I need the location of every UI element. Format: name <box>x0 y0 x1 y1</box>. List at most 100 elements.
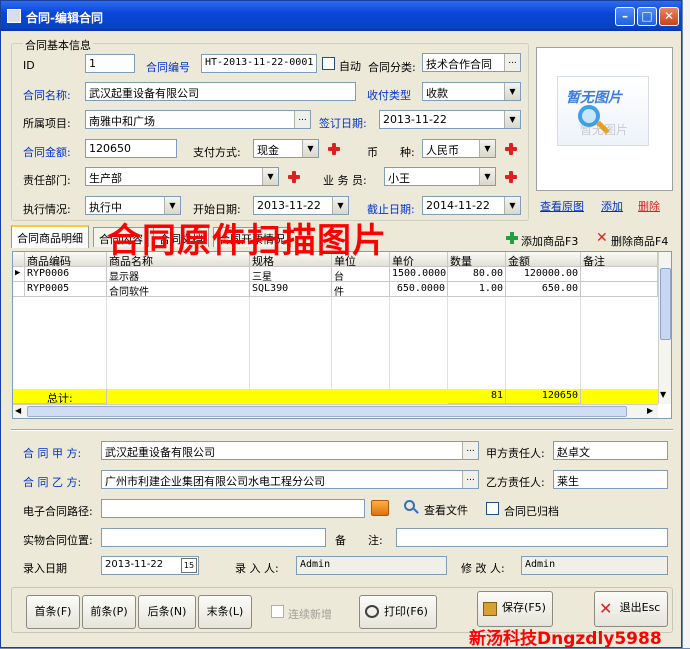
cell-unit[interactable]: 台 <box>332 267 390 282</box>
vertical-scrollbar[interactable]: ▼ <box>658 252 671 404</box>
cell-code[interactable]: RYP0005 <box>25 282 107 297</box>
sign-date-picker[interactable]: 2013-11-22 ▼ <box>379 110 521 129</box>
add-pay-method-icon[interactable] <box>328 143 340 155</box>
cell-amount[interactable]: 650.00 <box>506 282 581 297</box>
contract-image-box[interactable]: 暂无图片 暂无图片 <box>536 47 673 191</box>
id-field[interactable]: 1 <box>85 54 135 73</box>
category-field[interactable]: 技术合作合同... <box>422 53 521 72</box>
chevron-down-icon[interactable]: ▼ <box>164 197 180 214</box>
remove-item-button[interactable]: 删除商品F4 <box>611 233 668 249</box>
tab-items[interactable]: 合同商品明细 <box>11 225 89 248</box>
save-label: 保存(F5) <box>502 601 546 614</box>
archived-checkbox[interactable] <box>486 502 499 515</box>
view-file-button[interactable]: 查看文件 <box>424 502 468 518</box>
cell-code[interactable]: RYP0006 <box>25 267 107 282</box>
pay-method-select[interactable]: 现金 ▼ <box>253 139 319 158</box>
cell-note[interactable] <box>581 282 658 297</box>
last-record-button[interactable]: 末条(L) <box>198 595 252 629</box>
horizontal-scrollbar[interactable]: ◀ ▶ <box>13 404 658 418</box>
category-browse-button[interactable]: ... <box>504 54 520 71</box>
continuous-add-label: 连续新增 <box>288 608 332 621</box>
party-b-person-field[interactable]: 莱生 <box>553 470 668 489</box>
table-row[interactable]: RYP0005 合同软件 SQL390 件 650.0000 1.00 650.… <box>13 282 658 297</box>
total-qty: 81 <box>448 389 506 404</box>
contract-no-field[interactable]: HT-2013-11-22-0001 <box>201 54 317 73</box>
add-dept-icon[interactable] <box>288 171 300 183</box>
folder-icon[interactable] <box>371 500 389 516</box>
items-grid[interactable]: 商品编码 商品名称 规格 单位 单价 数量 金额 备注 ▶ RYP0006 显示… <box>12 251 672 419</box>
scroll-down-icon[interactable]: ▼ <box>660 390 666 399</box>
salesman-select[interactable]: 小王 ▼ <box>384 167 496 186</box>
col-header[interactable]: 单价 <box>390 252 448 267</box>
first-record-button[interactable]: 首条(F) <box>26 595 80 629</box>
cell-amount[interactable]: 120000.00 <box>506 267 581 282</box>
party-b-field[interactable]: 广州市利建企业集团有限公司水电工程分公司... <box>101 470 479 489</box>
cell-unit[interactable]: 件 <box>332 282 390 297</box>
scroll-thumb[interactable] <box>660 268 671 340</box>
auto-checkbox[interactable] <box>322 57 335 70</box>
table-row[interactable]: ▶ RYP0006 显示器 三星 台 1500.0000 80.00 12000… <box>13 267 658 282</box>
col-header[interactable]: 备注 <box>581 252 658 267</box>
project-field[interactable]: 南雅中和广场... <box>85 110 311 129</box>
prev-record-button[interactable]: 前条(P) <box>82 595 136 629</box>
chevron-down-icon[interactable]: ▼ <box>479 140 495 157</box>
cell-price[interactable]: 650.0000 <box>390 282 448 297</box>
party-a-field[interactable]: 武汉起重设备有限公司... <box>101 441 479 460</box>
party-b-browse-button[interactable]: ... <box>462 471 478 488</box>
scroll-right-icon[interactable]: ▶ <box>647 406 653 415</box>
calendar-icon[interactable]: 15 <box>181 558 197 573</box>
maximize-button[interactable]: □ <box>637 7 657 26</box>
cell-price[interactable]: 1500.0000 <box>390 267 448 282</box>
chevron-down-icon[interactable]: ▼ <box>479 168 495 185</box>
end-date-picker[interactable]: 2014-11-22 ▼ <box>422 196 521 215</box>
cell-name[interactable]: 合同软件 <box>107 282 250 297</box>
col-header[interactable]: 数量 <box>448 252 506 267</box>
cell-qty[interactable]: 1.00 <box>448 282 506 297</box>
add-item-button[interactable]: 添加商品F3 <box>521 233 578 249</box>
cell-note[interactable] <box>581 267 658 282</box>
pay-type-select[interactable]: 收款 ▼ <box>422 82 521 101</box>
continuous-add-checkbox[interactable] <box>271 605 284 618</box>
next-record-button[interactable]: 后条(N) <box>138 595 196 629</box>
chevron-down-icon[interactable]: ▼ <box>504 197 520 214</box>
minimize-button[interactable]: – <box>615 7 635 26</box>
chevron-down-icon[interactable]: ▼ <box>504 111 520 128</box>
cell-qty[interactable]: 80.00 <box>448 267 506 282</box>
project-label: 所属项目: <box>23 117 71 130</box>
pay-method-label: 支付方式: <box>193 146 241 159</box>
add-currency-icon[interactable] <box>505 143 517 155</box>
add-salesman-icon[interactable] <box>505 171 517 183</box>
sign-date-label: 签订日期: <box>319 117 367 130</box>
col-header[interactable]: 商品编码 <box>25 252 107 267</box>
scroll-left-icon[interactable]: ◀ <box>15 406 21 415</box>
view-original-link[interactable]: 查看原图 <box>540 198 584 214</box>
chevron-down-icon[interactable]: ▼ <box>302 140 318 157</box>
dept-select[interactable]: 生产部 ▼ <box>85 167 279 186</box>
cell-spec[interactable]: 三星 <box>250 267 332 282</box>
project-browse-button[interactable]: ... <box>294 111 310 128</box>
contract-name-field[interactable]: 武汉起重设备有限公司 <box>85 82 356 101</box>
chevron-down-icon[interactable]: ▼ <box>332 197 348 214</box>
amount-field[interactable]: 120650 <box>85 139 177 158</box>
physical-location-field[interactable] <box>101 528 326 547</box>
remark-field[interactable] <box>396 528 668 547</box>
cell-spec[interactable]: SQL390 <box>250 282 332 297</box>
exec-label: 执行情况: <box>23 203 71 216</box>
scroll-thumb[interactable] <box>27 406 627 417</box>
chevron-down-icon[interactable]: ▼ <box>262 168 278 185</box>
party-a-browse-button[interactable]: ... <box>462 442 478 459</box>
start-date-value: 2013-11-22 <box>257 199 321 212</box>
party-a-person-field[interactable]: 赵卓文 <box>553 441 668 460</box>
entry-date-picker[interactable]: 2013-11-22 15 <box>101 556 199 575</box>
row-indicator <box>13 282 25 297</box>
title-bar[interactable]: 合同-编辑合同 – □ ✕ <box>1 1 681 31</box>
delete-image-link[interactable]: 删除 <box>638 198 660 214</box>
section-divider <box>11 429 673 431</box>
close-button[interactable]: ✕ <box>659 7 679 26</box>
epath-field[interactable] <box>101 499 365 518</box>
currency-select[interactable]: 人民币 ▼ <box>422 139 496 158</box>
add-image-link[interactable]: 添加 <box>601 198 623 214</box>
col-header[interactable]: 金额 <box>506 252 581 267</box>
cell-name[interactable]: 显示器 <box>107 267 250 282</box>
chevron-down-icon[interactable]: ▼ <box>504 83 520 100</box>
